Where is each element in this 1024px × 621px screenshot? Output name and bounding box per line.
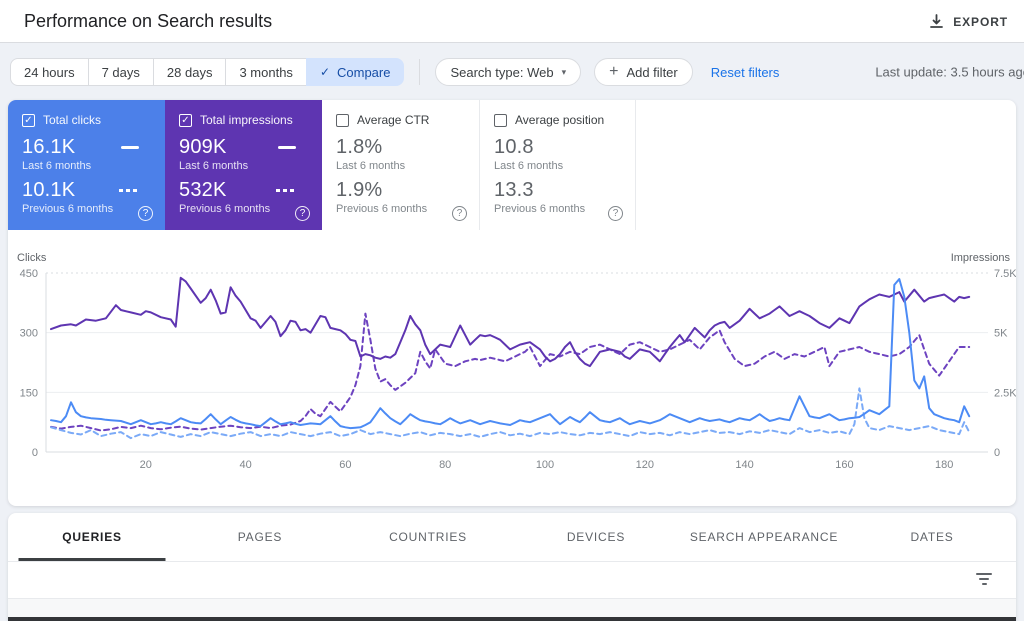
metric-previous-value: 13.3 bbox=[494, 179, 534, 201]
svg-text:0: 0 bbox=[994, 447, 1000, 459]
svg-text:450: 450 bbox=[20, 268, 38, 280]
filter-divider bbox=[419, 59, 421, 85]
export-button[interactable]: EXPORT bbox=[921, 0, 1016, 43]
search-type-dropdown[interactable]: Search type: Web ▾ bbox=[435, 58, 582, 86]
tab-queries[interactable]: QUERIES bbox=[8, 513, 176, 561]
date-range-group: 24 hours 7 days 28 days 3 months ✓ Compa… bbox=[10, 58, 405, 86]
table-header-row bbox=[8, 598, 1016, 617]
metric-current-value: 16.1K bbox=[22, 136, 76, 158]
svg-text:40: 40 bbox=[239, 459, 251, 471]
metric-previous-value: 10.1K bbox=[22, 179, 76, 201]
svg-text:120: 120 bbox=[636, 459, 654, 471]
performance-chart[interactable]: 450 300 150 0 7.5K 5K 2.5K 0 20 40 60 80 100 120 140 16… bbox=[8, 230, 1016, 506]
reset-filters-link[interactable]: Reset filters bbox=[711, 65, 780, 80]
help-icon[interactable]: ? bbox=[138, 206, 153, 221]
performance-card: ✓ Total clicks 16.1K Last 6 months 10.1K… bbox=[8, 100, 1016, 506]
metric-previous-caption: Previous 6 months bbox=[494, 203, 586, 215]
filter-list-icon[interactable] bbox=[976, 573, 992, 587]
check-icon: ✓ bbox=[319, 65, 330, 79]
help-icon[interactable]: ? bbox=[452, 206, 467, 221]
tab-search-appearance[interactable]: SEARCH APPEARANCE bbox=[680, 513, 848, 561]
dashed-line-legend-icon bbox=[276, 189, 296, 192]
page-title: Performance on Search results bbox=[24, 10, 273, 31]
add-filter-button[interactable]: + Add filter bbox=[594, 58, 693, 86]
tab-countries[interactable]: COUNTRIES bbox=[344, 513, 512, 561]
metric-previous-caption: Previous 6 months bbox=[336, 203, 428, 215]
tab-devices[interactable]: DEVICES bbox=[512, 513, 680, 561]
svg-text:5K: 5K bbox=[994, 328, 1008, 340]
metric-label: Total clicks bbox=[43, 113, 102, 127]
dimensions-card: QUERIES PAGES COUNTRIES DEVICES SEARCH A… bbox=[8, 513, 1016, 621]
svg-text:60: 60 bbox=[339, 459, 351, 471]
compare-label: Compare bbox=[337, 64, 391, 80]
help-icon[interactable]: ? bbox=[608, 206, 623, 221]
page-header: Performance on Search results EXPORT bbox=[0, 0, 1024, 43]
metric-previous-value: 532K bbox=[179, 179, 227, 201]
date-range-28-days[interactable]: 28 days bbox=[152, 58, 227, 86]
svg-text:180: 180 bbox=[935, 459, 953, 471]
svg-text:100: 100 bbox=[536, 459, 554, 471]
help-icon[interactable]: ? bbox=[295, 206, 310, 221]
metric-current-caption: Last 6 months bbox=[336, 160, 406, 172]
plus-icon: + bbox=[609, 63, 619, 80]
compare-toggle[interactable]: ✓ Compare bbox=[305, 58, 405, 86]
svg-text:160: 160 bbox=[835, 459, 853, 471]
svg-text:20: 20 bbox=[140, 459, 152, 471]
metric-current-caption: Last 6 months bbox=[494, 160, 564, 172]
dashed-line-legend-icon bbox=[119, 189, 139, 192]
svg-text:Clicks: Clicks bbox=[17, 252, 47, 264]
svg-text:Impressions: Impressions bbox=[951, 252, 1011, 264]
metric-tile-average-ctr[interactable]: Average CTR 1.8% Last 6 months 1.9% Prev… bbox=[322, 100, 479, 230]
search-type-label: Search type: Web bbox=[450, 64, 554, 80]
metric-current-value: 909K bbox=[179, 136, 227, 158]
metric-label: Total impressions bbox=[200, 113, 293, 127]
metric-previous-caption: Previous 6 months bbox=[179, 203, 271, 215]
metric-label: Average position bbox=[515, 113, 605, 127]
chevron-down-icon: ▾ bbox=[561, 66, 567, 77]
checkbox-checked-icon[interactable]: ✓ bbox=[22, 113, 35, 127]
date-range-7-days[interactable]: 7 days bbox=[87, 58, 154, 86]
last-update-text: Last update: 3.5 hours ago bbox=[875, 64, 1024, 80]
svg-text:80: 80 bbox=[439, 459, 451, 471]
metric-tile-total-impressions[interactable]: ✓ Total impressions 909K Last 6 months 5… bbox=[165, 100, 322, 230]
metric-current-caption: Last 6 months bbox=[22, 160, 92, 172]
svg-text:2.5K: 2.5K bbox=[994, 387, 1016, 399]
metric-tile-total-clicks[interactable]: ✓ Total clicks 16.1K Last 6 months 10.1K… bbox=[8, 100, 165, 230]
download-icon bbox=[930, 14, 944, 28]
filter-bar: 24 hours 7 days 28 days 3 months ✓ Compa… bbox=[0, 44, 1024, 100]
solid-line-legend-icon bbox=[121, 146, 139, 149]
metric-previous-value: 1.9% bbox=[336, 179, 383, 201]
checkbox-empty-icon[interactable] bbox=[336, 113, 349, 127]
checkbox-checked-icon[interactable]: ✓ bbox=[179, 113, 192, 127]
solid-line-legend-icon bbox=[278, 146, 296, 149]
svg-text:140: 140 bbox=[735, 459, 753, 471]
svg-text:150: 150 bbox=[20, 387, 38, 399]
add-filter-label: Add filter bbox=[626, 64, 678, 80]
metric-tiles: ✓ Total clicks 16.1K Last 6 months 10.1K… bbox=[8, 100, 1016, 230]
metric-current-caption: Last 6 months bbox=[179, 160, 249, 172]
date-range-24-hours[interactable]: 24 hours bbox=[10, 58, 89, 86]
metric-previous-caption: Previous 6 months bbox=[22, 203, 114, 215]
svg-text:7.5K: 7.5K bbox=[994, 268, 1016, 280]
metric-tile-average-position[interactable]: Average position 10.8 Last 6 months 13.3… bbox=[479, 100, 636, 230]
metric-label: Average CTR bbox=[357, 113, 430, 127]
tab-pages[interactable]: PAGES bbox=[176, 513, 344, 561]
svg-text:300: 300 bbox=[20, 328, 38, 340]
checkbox-empty-icon[interactable] bbox=[494, 113, 507, 127]
svg-text:0: 0 bbox=[32, 447, 38, 459]
dimension-tabs: QUERIES PAGES COUNTRIES DEVICES SEARCH A… bbox=[8, 513, 1016, 562]
metric-current-value: 10.8 bbox=[494, 136, 534, 158]
date-range-3-months[interactable]: 3 months bbox=[225, 58, 307, 86]
export-label: EXPORT bbox=[953, 14, 1008, 29]
bottom-dark-strip bbox=[8, 617, 1016, 621]
tab-dates[interactable]: DATES bbox=[848, 513, 1016, 561]
metric-current-value: 1.8% bbox=[336, 136, 383, 158]
table-toolbar bbox=[8, 562, 1016, 598]
